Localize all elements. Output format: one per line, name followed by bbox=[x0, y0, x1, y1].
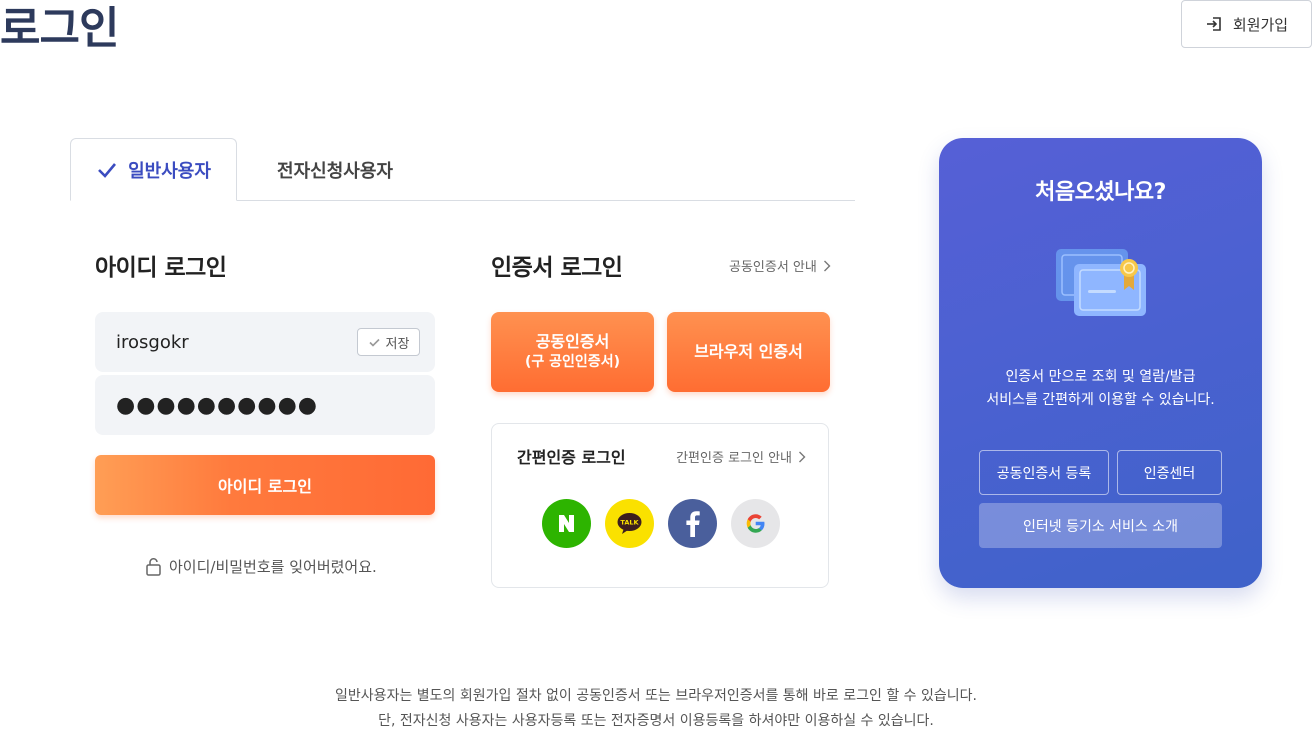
page-title: 로그인 bbox=[0, 3, 119, 54]
joint-cert-label: 공동인증서 bbox=[535, 332, 610, 351]
certificate-icon bbox=[1056, 249, 1146, 316]
first-visit-panel: 처음오셨나요? 인증서 만으로 조회 및 열람/발급 서비스를 간편하게 이용할… bbox=[939, 138, 1262, 588]
joint-cert-sub-label: (구 공인인증서) bbox=[525, 354, 620, 371]
username-input[interactable]: irosgokr 저장 bbox=[95, 312, 435, 372]
tab-general-user[interactable]: 일반사용자 bbox=[70, 138, 237, 201]
tab-e-application-user[interactable]: 전자신청사용자 bbox=[260, 138, 410, 201]
svg-text:TALK: TALK bbox=[620, 519, 639, 527]
chevron-right-icon bbox=[823, 260, 831, 271]
kakao-talk-icon: TALK bbox=[605, 499, 654, 548]
id-login-button[interactable]: 아이디 로그인 bbox=[95, 455, 435, 515]
check-icon bbox=[98, 162, 117, 178]
joint-cert-guide-link[interactable]: 공동인증서 안내 bbox=[729, 256, 831, 275]
save-id-checkbox[interactable]: 저장 bbox=[357, 328, 420, 356]
browser-cert-login-button[interactable]: 브라우저 인증서 bbox=[667, 312, 830, 392]
facebook-icon bbox=[668, 499, 717, 548]
signup-button[interactable]: 회원가입 bbox=[1181, 0, 1312, 48]
password-input[interactable]: ●●●●●●●●●● bbox=[95, 375, 435, 435]
save-id-label: 저장 bbox=[385, 336, 410, 352]
id-login-title: 아이디 로그인 bbox=[95, 255, 227, 281]
login-type-tabs: 일반사용자 전자신청사용자 bbox=[70, 138, 855, 201]
naver-icon bbox=[542, 499, 591, 548]
promo-description: 인증서 만으로 조회 및 열람/발급 서비스를 간편하게 이용할 수 있습니다. bbox=[939, 366, 1262, 412]
easy-login-guide-link[interactable]: 간편인증 로그인 안내 bbox=[676, 447, 806, 466]
cert-login-title: 인증서 로그인 bbox=[491, 255, 623, 281]
cert-register-button[interactable]: 공동인증서 등록 bbox=[979, 450, 1109, 495]
check-icon bbox=[368, 338, 380, 347]
sign-in-icon bbox=[1206, 17, 1221, 31]
promo-desc-line2: 서비스를 간편하게 이용할 수 있습니다. bbox=[986, 392, 1215, 408]
signup-label: 회원가입 bbox=[1232, 15, 1289, 34]
username-value: irosgokr bbox=[116, 331, 189, 353]
forgot-label: 아이디/비밀번호를 잊어버렸어요. bbox=[169, 558, 377, 576]
easy-login-guide-label: 간편인증 로그인 안내 bbox=[676, 451, 792, 466]
google-icon bbox=[731, 499, 780, 548]
footer-notice-line2: 단, 전자신청 사용자는 사용자등록 또는 전자증명서 이용등록을 하셔야만 이… bbox=[378, 713, 934, 729]
promo-desc-line1: 인증서 만으로 조회 및 열람/발급 bbox=[1005, 369, 1196, 385]
password-value: ●●●●●●●●●● bbox=[116, 392, 318, 418]
naver-login-button[interactable] bbox=[542, 499, 591, 548]
promo-title: 처음오셨나요? bbox=[1035, 180, 1166, 205]
service-intro-button[interactable]: 인터넷 등기소 서비스 소개 bbox=[979, 503, 1222, 548]
browser-cert-label: 브라우저 인증서 bbox=[694, 341, 803, 361]
easy-login-title: 간편인증 로그인 bbox=[517, 448, 626, 467]
google-login-button[interactable] bbox=[731, 499, 780, 548]
lock-icon bbox=[146, 558, 161, 576]
footer-notice-line1: 일반사용자는 별도의 회원가입 절차 없이 공동인증서 또는 브라우저인증서를 … bbox=[335, 688, 977, 704]
tab-general-user-label: 일반사용자 bbox=[128, 160, 211, 182]
chevron-right-icon bbox=[799, 451, 806, 462]
facebook-login-button[interactable] bbox=[668, 499, 717, 548]
easy-login-box: 간편인증 로그인 간편인증 로그인 안내 TALK bbox=[491, 423, 829, 588]
joint-cert-guide-label: 공동인증서 안내 bbox=[729, 260, 817, 275]
joint-cert-login-button[interactable]: 공동인증서 (구 공인인증서) bbox=[491, 312, 654, 392]
forgot-credentials-link[interactable]: 아이디/비밀번호를 잊어버렸어요. bbox=[145, 556, 377, 577]
kakao-login-button[interactable]: TALK bbox=[605, 499, 654, 548]
cert-center-button[interactable]: 인증센터 bbox=[1117, 450, 1222, 495]
